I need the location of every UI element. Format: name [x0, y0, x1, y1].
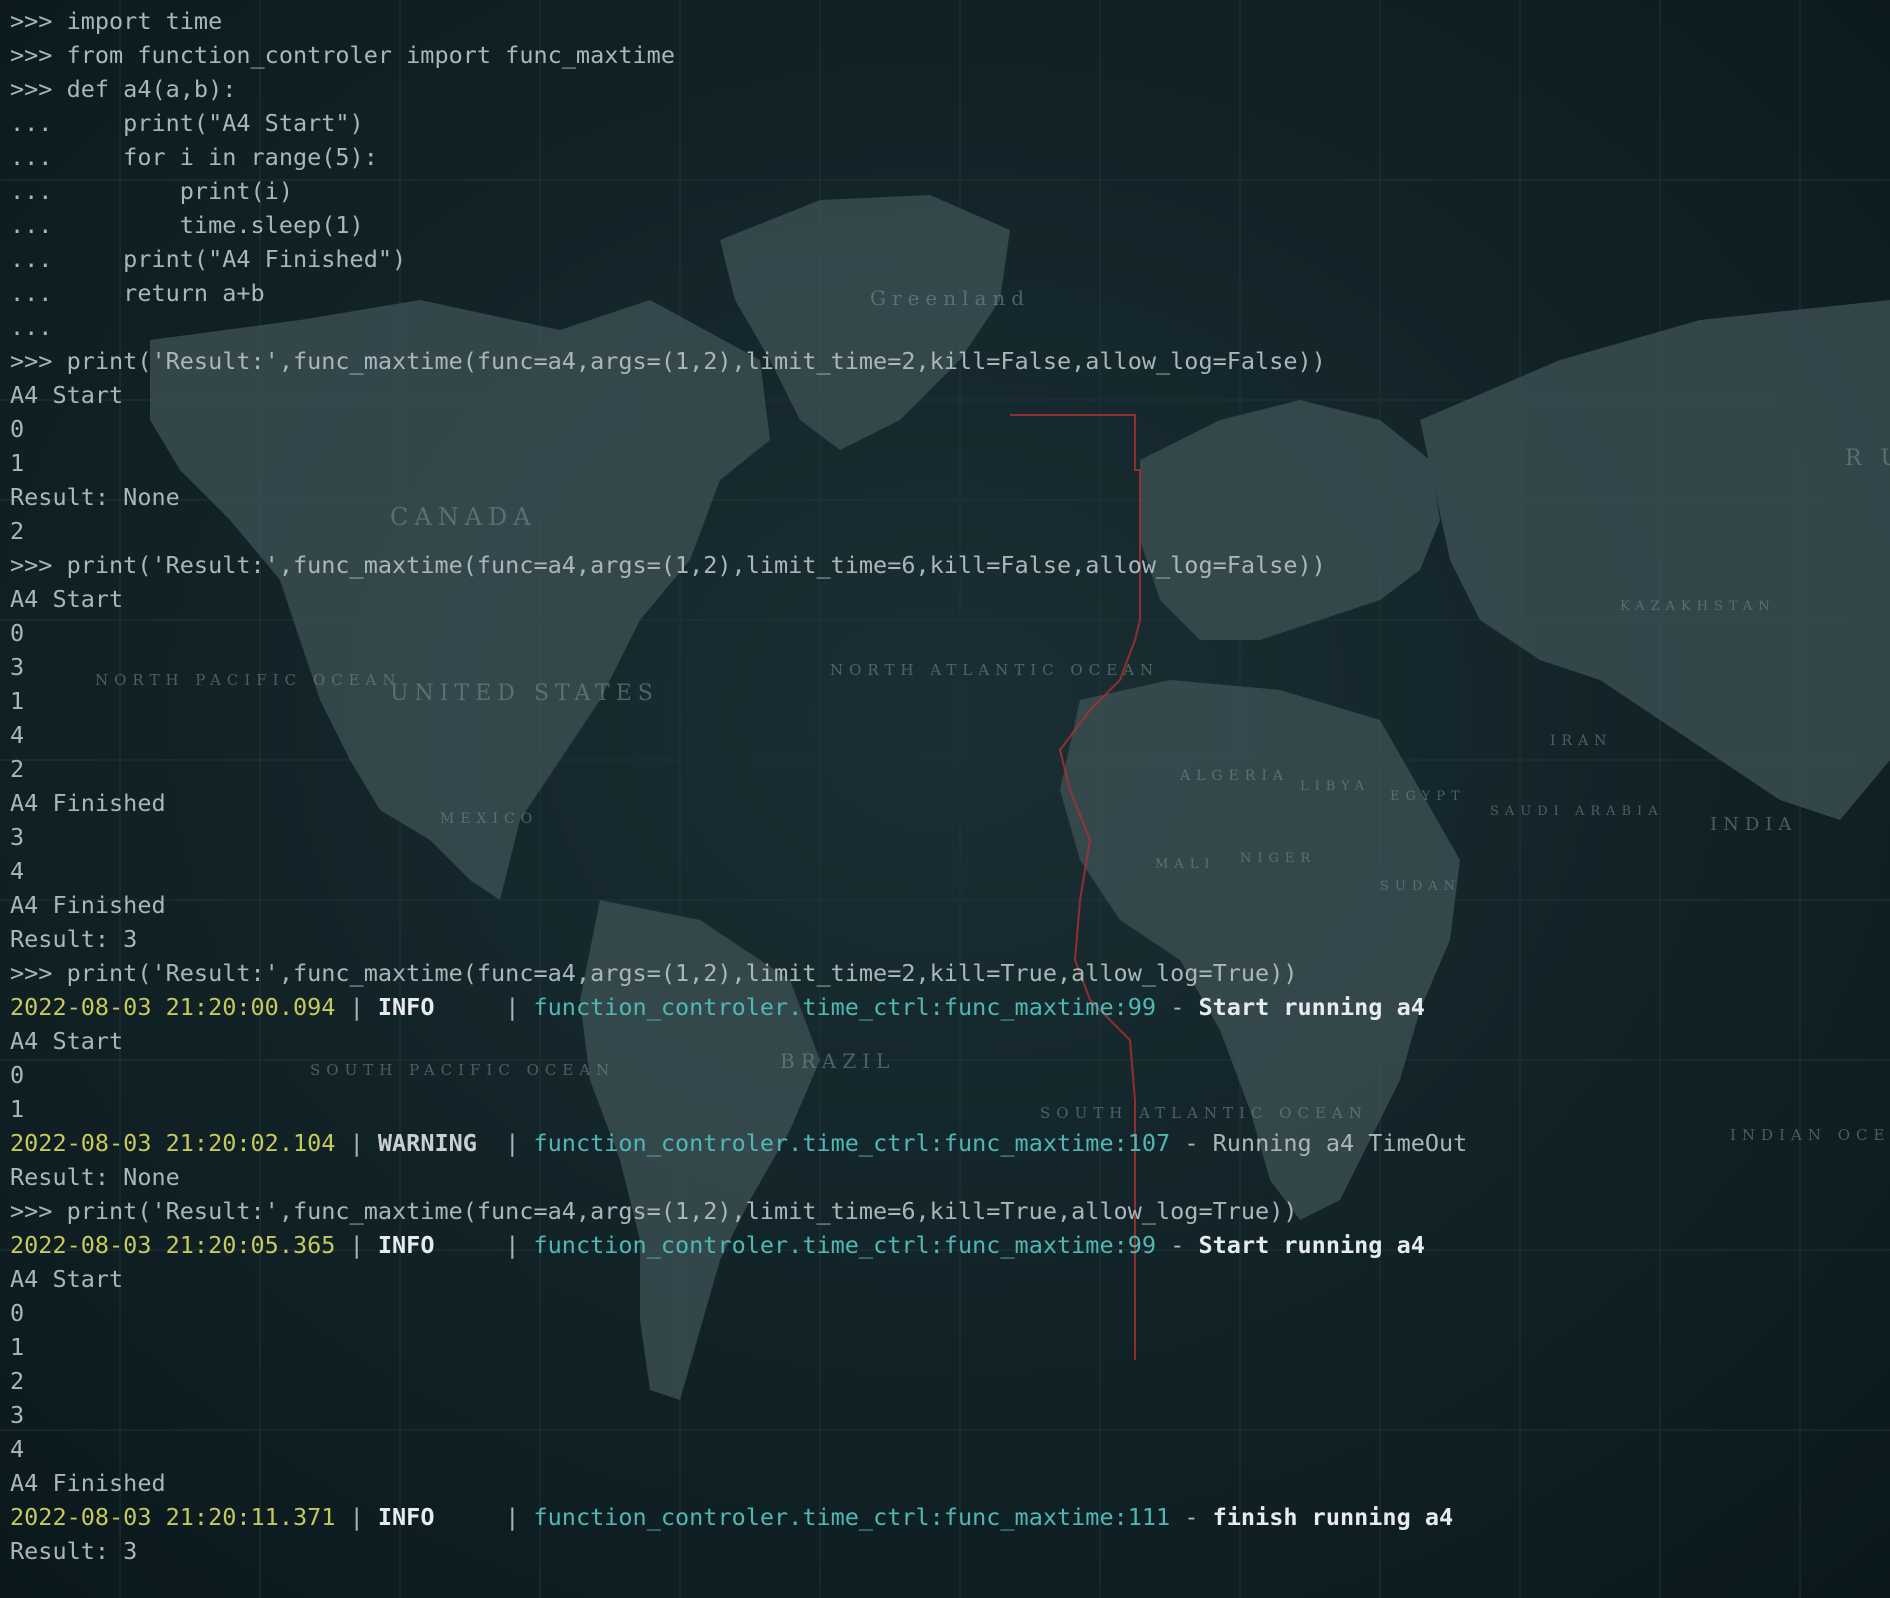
output-line: Result: 3 — [10, 925, 138, 953]
prompt-line: >>> from function_controler import func_… — [10, 41, 675, 69]
output-line: A4 Start — [10, 585, 124, 613]
log-separator: | — [335, 1503, 378, 1531]
terminal-output: >>> import time >>> from function_control… — [10, 4, 1880, 1568]
output-line: 0 — [10, 1299, 25, 1327]
output-line: A4 Start — [10, 381, 124, 409]
continuation-line: ... print("A4 Start") — [10, 109, 364, 137]
log-module: function_controler.time_ctrl:func_maxtim… — [533, 993, 1157, 1021]
log-module: function_controler.time_ctrl:func_maxtim… — [533, 1231, 1157, 1259]
log-timestamp: 2022-08-03 21:20:05.365 — [10, 1231, 336, 1259]
output-line: 0 — [10, 415, 25, 443]
log-level: WARNING — [377, 1129, 492, 1157]
output-line: 4 — [10, 857, 25, 885]
output-line: A4 Finished — [10, 891, 166, 919]
log-separator: - — [1170, 1129, 1213, 1157]
log-separator: | — [335, 993, 378, 1021]
log-message: Start running a4 — [1198, 1231, 1425, 1259]
log-timestamp: 2022-08-03 21:20:11.371 — [10, 1503, 336, 1531]
continuation-line: ... for i in range(5): — [10, 143, 378, 171]
log-level: INFO — [377, 1503, 492, 1531]
output-line: A4 Start — [10, 1265, 124, 1293]
output-line: 4 — [10, 721, 25, 749]
log-line: 2022-08-03 21:20:00.094 | INFO | functio… — [10, 990, 1880, 1024]
log-separator: - — [1156, 1231, 1199, 1259]
output-line: 4 — [10, 1435, 25, 1463]
log-message: Start running a4 — [1198, 993, 1425, 1021]
output-line: 0 — [10, 619, 25, 647]
output-line: 1 — [10, 687, 25, 715]
log-separator: | — [491, 1231, 534, 1259]
log-timestamp: 2022-08-03 21:20:02.104 — [10, 1129, 336, 1157]
output-line: 2 — [10, 755, 25, 783]
output-line: A4 Start — [10, 1027, 124, 1055]
continuation-line: ... — [10, 313, 53, 341]
log-line: 2022-08-03 21:20:11.371 | INFO | functio… — [10, 1500, 1880, 1534]
log-module: function_controler.time_ctrl:func_maxtim… — [533, 1129, 1171, 1157]
prompt-line: >>> print('Result:',func_maxtime(func=a4… — [10, 1197, 1298, 1225]
log-timestamp: 2022-08-03 21:20:00.094 — [10, 993, 336, 1021]
prompt-line: >>> print('Result:',func_maxtime(func=a4… — [10, 347, 1326, 375]
log-separator: - — [1156, 993, 1199, 1021]
output-line: 3 — [10, 823, 25, 851]
output-line: 3 — [10, 1401, 25, 1429]
output-line: A4 Finished — [10, 1469, 166, 1497]
log-line: 2022-08-03 21:20:05.365 | INFO | functio… — [10, 1228, 1880, 1262]
log-separator: | — [491, 1129, 534, 1157]
log-line: 2022-08-03 21:20:02.104 | WARNING | func… — [10, 1126, 1880, 1160]
log-module: function_controler.time_ctrl:func_maxtim… — [533, 1503, 1171, 1531]
log-level: INFO — [377, 993, 492, 1021]
continuation-line: ... time.sleep(1) — [10, 211, 364, 239]
prompt-line: >>> print('Result:',func_maxtime(func=a4… — [10, 551, 1326, 579]
prompt-line: >>> def a4(a,b): — [10, 75, 237, 103]
prompt-line: >>> import time — [10, 7, 223, 35]
log-separator: | — [335, 1231, 378, 1259]
continuation-line: ... print(i) — [10, 177, 293, 205]
log-separator: | — [335, 1129, 378, 1157]
prompt-line: >>> print('Result:',func_maxtime(func=a4… — [10, 959, 1298, 987]
output-line: 1 — [10, 1095, 25, 1123]
continuation-line: ... return a+b — [10, 279, 265, 307]
log-separator: | — [491, 993, 534, 1021]
log-separator: - — [1170, 1503, 1213, 1531]
output-line: A4 Finished — [10, 789, 166, 817]
log-level: INFO — [377, 1231, 492, 1259]
output-line: 3 — [10, 653, 25, 681]
output-line: 1 — [10, 449, 25, 477]
continuation-line: ... print("A4 Finished") — [10, 245, 407, 273]
output-line: Result: None — [10, 483, 180, 511]
output-line: Result: 3 — [10, 1537, 138, 1565]
output-line: 2 — [10, 517, 25, 545]
log-separator: | — [491, 1503, 534, 1531]
output-line: 2 — [10, 1367, 25, 1395]
output-line: Result: None — [10, 1163, 180, 1191]
output-line: 0 — [10, 1061, 25, 1089]
log-message: finish running a4 — [1212, 1503, 1454, 1531]
output-line: 1 — [10, 1333, 25, 1361]
log-message: Running a4 TimeOut — [1212, 1129, 1468, 1157]
